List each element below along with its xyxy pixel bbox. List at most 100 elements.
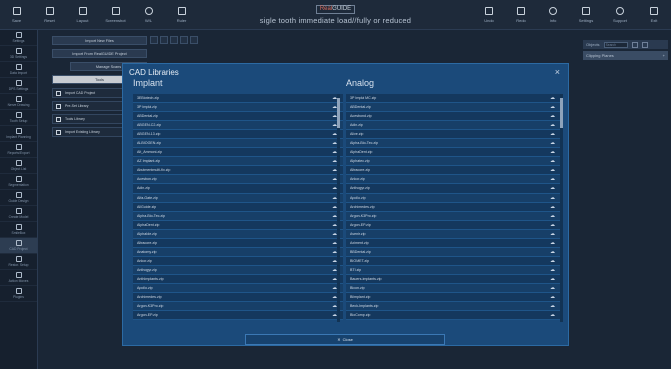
import-option-row[interactable]: Import Existing Library	[52, 127, 132, 137]
library-row[interactable]: Beck-Implants.zip ☁	[346, 302, 561, 312]
sidebar-item-data-import[interactable]: Data Import	[0, 62, 37, 78]
library-row[interactable]: Argon-EP.zip ☁	[346, 220, 561, 230]
library-row[interactable]: Acesbon.zip ☁	[133, 175, 343, 185]
library-row[interactable]: ABDental.zip ☁	[133, 112, 343, 122]
library-row[interactable]: ABDental.zip ☁	[346, 103, 561, 113]
analog-scrollbar[interactable]	[560, 94, 563, 322]
tool-c-icon[interactable]	[170, 36, 178, 44]
library-row[interactable]: AlphaDent.zip ☁	[346, 148, 561, 158]
library-row[interactable]: Anthogyr.zip ☁	[346, 184, 561, 194]
library-row[interactable]: AlphaIde.zip ☁	[133, 229, 343, 239]
sidebar-item-cad-project[interactable]: CAD Project	[0, 238, 37, 254]
library-row[interactable]: Alive.zip ☁	[346, 130, 561, 140]
cloud-download-icon[interactable]: ☁	[550, 312, 555, 318]
cloud-download-icon[interactable]: ☁	[550, 167, 555, 173]
library-row[interactable]: AllGuide.zip ☁	[133, 202, 343, 212]
sidebar-item-reports-export[interactable]: Reports/Export	[0, 142, 37, 158]
sidebar-item-3d-settings[interactable]: 3D Settings	[0, 46, 37, 62]
w-l-button[interactable]: W/L	[132, 0, 165, 29]
cloud-download-icon[interactable]: ☁	[550, 158, 555, 164]
import-option-row[interactable]: Pre-Set Library	[52, 101, 132, 111]
cloud-download-icon[interactable]: ☁	[550, 249, 555, 255]
sidebar-item-guide-design[interactable]: Guide Design	[0, 190, 37, 206]
cloud-download-icon[interactable]: ☁	[550, 258, 555, 264]
info-button[interactable]: Info	[537, 0, 569, 29]
clipping-planes-header[interactable]: Clipping Planes +	[583, 51, 668, 60]
sidebar-item-dps-settings[interactable]: DPS Settings	[0, 78, 37, 94]
exit-button[interactable]: Exit	[637, 0, 671, 29]
library-row[interactable]: BTI.zip ☁	[346, 265, 561, 275]
library-row[interactable]: Ankor.zip ☁	[346, 175, 561, 185]
redo-button[interactable]: Redo	[505, 0, 537, 29]
sidebar-item-restor-setup[interactable]: Restor. Setup	[0, 254, 37, 270]
settings-button[interactable]: Settings	[569, 0, 603, 29]
library-row[interactable]: Argon-K3Pro.zip ☁	[346, 211, 561, 221]
import-option-row[interactable]: Import CAD Project	[52, 88, 132, 98]
cloud-download-icon[interactable]: ☁	[550, 104, 555, 110]
library-row[interactable]: AlphaDent.zip ☁	[133, 220, 343, 230]
cloud-download-icon[interactable]: ☁	[550, 122, 555, 128]
cloud-download-icon[interactable]: ☁	[550, 294, 555, 300]
sidebar-item-object-list[interactable]: Object List	[0, 158, 37, 174]
library-row[interactable]: AnthImplants.zip ☁	[133, 274, 343, 284]
objects-options-icon[interactable]	[641, 41, 648, 48]
reset-button[interactable]: Reset	[33, 0, 66, 29]
library-row[interactable]: Argon-K3Pro.zip ☁	[133, 302, 343, 312]
cloud-download-icon[interactable]: ☁	[550, 231, 555, 237]
tool-b-icon[interactable]	[160, 36, 168, 44]
cloud-download-icon[interactable]: ☁	[550, 276, 555, 282]
implant-scrollbar[interactable]	[337, 94, 340, 322]
library-row[interactable]: Abutmentmulti-fix.zip ☁	[133, 166, 343, 176]
cloud-download-icon[interactable]: ☁	[550, 222, 555, 228]
library-row[interactable]: Alpha-Bio-Tec.zip ☁	[346, 139, 561, 149]
screenshot-button[interactable]: Screenshot	[99, 0, 132, 29]
cloud-download-icon[interactable]: ☁	[550, 204, 555, 210]
sidebar-item-tooth-setup[interactable]: Tooth Setup	[0, 110, 37, 126]
library-row[interactable]: Acesbond.zip ☁	[346, 112, 561, 122]
cloud-download-icon[interactable]: ☁	[550, 95, 555, 101]
library-row[interactable]: Aximent.zip ☁	[346, 238, 561, 248]
tool-a-icon[interactable]	[150, 36, 158, 44]
library-row[interactable]: Altracore.zip ☁	[133, 238, 343, 248]
import-option-row[interactable]: Tools Library	[52, 114, 132, 124]
library-row[interactable]: ALBIOGEN.zip ☁	[133, 139, 343, 149]
tool-d-icon[interactable]	[180, 36, 188, 44]
sidebar-item-plugins[interactable]: Plugins	[0, 286, 37, 302]
library-row[interactable]: Archimedes.zip ☁	[133, 293, 343, 303]
library-row[interactable]: Biimplant.zip ☁	[346, 293, 561, 303]
library-row[interactable]: Alt_Ammoni.zip ☁	[133, 148, 343, 158]
library-row[interactable]: Ankor.zip ☁	[133, 256, 343, 266]
support-button[interactable]: Support	[603, 0, 637, 29]
library-row[interactable]: Anthogyr.zip ☁	[133, 265, 343, 275]
sidebar-item-implant-planning[interactable]: Implant Planning	[0, 126, 37, 142]
import-new-files-button[interactable]: Import New Files	[52, 36, 147, 45]
library-row[interactable]: Adin.zip ☁	[346, 121, 561, 131]
cloud-download-icon[interactable]: ☁	[550, 213, 555, 219]
import-from-project-button[interactable]: Import From RealGUIDE Project	[52, 49, 147, 58]
library-row[interactable]: 3P Implá MC.zip ☁	[346, 94, 561, 104]
cloud-download-icon[interactable]: ☁	[550, 285, 555, 291]
library-row[interactable]: BIOMET.zip ☁	[346, 256, 561, 266]
sidebar-item-segmentation[interactable]: Segmentation	[0, 174, 37, 190]
library-row[interactable]: Adin.zip ☁	[133, 184, 343, 194]
ruler-button[interactable]: Ruler	[165, 0, 198, 29]
library-row[interactable]: 3P Implá.zip ☁	[133, 103, 343, 113]
library-row[interactable]: ABGEN-13.zip ☁	[133, 130, 343, 140]
library-row[interactable]: Apollo.zip ☁	[133, 283, 343, 294]
sidebar-item-action-moves[interactable]: Action Moves	[0, 270, 37, 286]
cloud-download-icon[interactable]: ☁	[550, 131, 555, 137]
analog-scroll-thumb[interactable]	[560, 98, 563, 128]
library-row[interactable]: BioComp.zip ☁	[346, 311, 561, 321]
close-icon[interactable]: ×	[555, 67, 560, 77]
library-row[interactable]: BBDental.zip ☁	[346, 247, 561, 257]
cloud-download-icon[interactable]: ☁	[550, 176, 555, 182]
library-row[interactable]: ABGEN-C2.zip ☁	[133, 121, 343, 131]
library-row[interactable]: Alphatec.zip ☁	[346, 157, 561, 167]
sidebar-item-create-model[interactable]: Create Model	[0, 206, 37, 222]
cloud-download-icon[interactable]: ☁	[550, 185, 555, 191]
library-row[interactable]: Alfa-Gate.zip ☁	[133, 193, 343, 203]
library-row[interactable]: Avenir.zip ☁	[346, 229, 561, 239]
library-row[interactable]: Argon-EP.zip ☁	[133, 311, 343, 321]
cloud-download-icon[interactable]: ☁	[550, 267, 555, 273]
implant-scroll-thumb[interactable]	[337, 98, 340, 128]
